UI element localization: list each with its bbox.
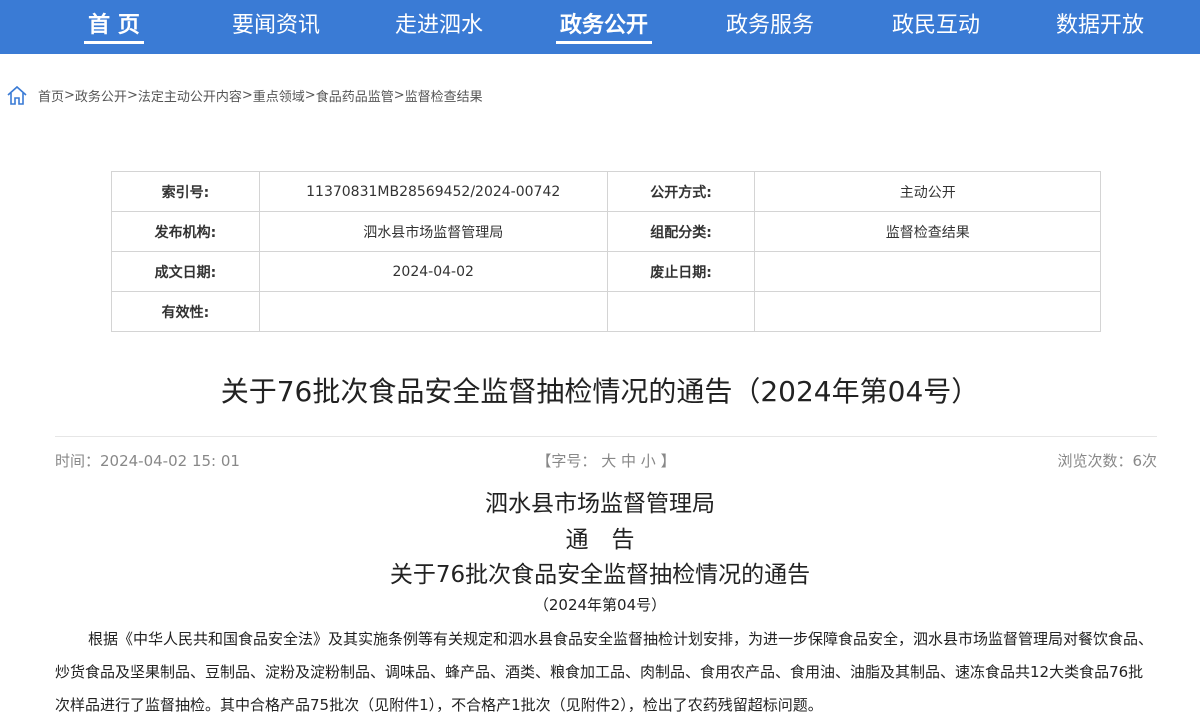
validity-label: 有效性: bbox=[111, 291, 260, 332]
metadata-table: 索引号: 11370831MB28569452/2024-00742 公开方式:… bbox=[111, 171, 1101, 332]
top-navigation: 首 页 要闻资讯 走进泗水 政务公开 政务服务 政民互动 数据开放 bbox=[0, 0, 1200, 54]
nav-item-label: 政民互动 bbox=[891, 13, 980, 38]
divider bbox=[55, 436, 1157, 437]
font-size-medium-button[interactable]: 中 bbox=[621, 452, 636, 470]
breadcrumb-item-key-areas[interactable]: 重点领域 bbox=[253, 86, 305, 105]
category-label: 组配分类: bbox=[606, 211, 756, 252]
nav-item-label: 数据开放 bbox=[1055, 13, 1144, 38]
publisher-label: 发布机构: bbox=[111, 211, 260, 252]
breadcrumb-separator: > bbox=[304, 87, 316, 103]
breadcrumb-separator: > bbox=[126, 87, 138, 103]
table-row: 成文日期: 2024-04-02 废止日期: bbox=[111, 251, 1101, 292]
breadcrumb-item-food-drug[interactable]: 食品药品监管 bbox=[316, 86, 394, 105]
breadcrumb-item-home[interactable]: 首页 bbox=[38, 86, 64, 105]
breadcrumb-separator: > bbox=[393, 87, 405, 103]
issuing-organization: 泗水县市场监督管理局 bbox=[485, 491, 715, 517]
font-size-small-button[interactable]: 小 bbox=[641, 452, 656, 470]
empty-cell bbox=[754, 291, 1101, 332]
breadcrumb-item-government-affairs[interactable]: 政务公开 bbox=[75, 86, 127, 105]
publisher-value: 泗水县市场监督管理局 bbox=[258, 211, 608, 252]
nav-item-home[interactable]: 首 页 bbox=[84, 0, 144, 54]
validity-value bbox=[258, 291, 608, 332]
nav-item-label: 走进泗水 bbox=[394, 13, 483, 38]
index-number-label: 索引号: bbox=[111, 171, 260, 212]
nav-active-underline bbox=[556, 41, 652, 44]
font-size-large-button[interactable]: 大 bbox=[601, 452, 616, 470]
breadcrumb-separator: > bbox=[64, 87, 75, 103]
abolish-date-label: 废止日期: bbox=[606, 251, 756, 292]
nav-item-government-affairs[interactable]: 政务公开 bbox=[556, 0, 652, 54]
table-row: 发布机构: 泗水县市场监督管理局 组配分类: 监督检查结果 bbox=[111, 211, 1101, 252]
article-title: 关于76批次食品安全监督抽检情况的通告（2024年第04号） bbox=[220, 375, 980, 408]
nav-item-interaction[interactable]: 政民互动 bbox=[886, 0, 986, 54]
index-number-value: 11370831MB28569452/2024-00742 bbox=[258, 171, 608, 212]
notice-heading: 通 告 bbox=[565, 527, 635, 553]
home-icon[interactable] bbox=[6, 84, 28, 106]
nav-item-label: 政务服务 bbox=[725, 13, 814, 38]
table-row: 索引号: 11370831MB28569452/2024-00742 公开方式:… bbox=[111, 171, 1101, 212]
view-count: 浏览次数：6次 bbox=[1057, 452, 1157, 470]
nav-item-news[interactable]: 要闻资讯 bbox=[226, 0, 326, 54]
nav-item-government-services[interactable]: 政务服务 bbox=[720, 0, 820, 54]
notice-number: （2024年第04号） bbox=[533, 596, 667, 614]
font-size-suffix: 】 bbox=[660, 452, 676, 470]
breadcrumb-item-inspection-results[interactable]: 监督检查结果 bbox=[405, 86, 483, 105]
article-paragraph: 根据《中华人民共和国食品安全法》及其实施条例等有关规定和泗水县食品安全监督抽检计… bbox=[55, 630, 1154, 714]
nav-item-label: 首 页 bbox=[88, 13, 140, 38]
category-value: 监督检查结果 bbox=[754, 211, 1101, 252]
open-method-label: 公开方式: bbox=[606, 171, 756, 212]
table-row: 有效性: bbox=[111, 291, 1101, 332]
breadcrumb-item-statutory-content[interactable]: 法定主动公开内容 bbox=[138, 86, 242, 105]
open-method-value: 主动公开 bbox=[754, 171, 1101, 212]
empty-cell bbox=[606, 291, 756, 332]
article-info-bar: 时间：2024-04-02 15: 01 【字号： 大 中 小 】 浏览次数：6… bbox=[55, 450, 1157, 472]
breadcrumb: 首页 > 政务公开 > 法定主动公开内容 > 重点领域 > 食品药品监管 > 监… bbox=[6, 84, 483, 106]
font-size-prefix: 【字号： bbox=[536, 452, 597, 470]
breadcrumb-separator: > bbox=[241, 87, 253, 103]
abolish-date-value bbox=[754, 251, 1101, 292]
document-date-label: 成文日期: bbox=[111, 251, 260, 292]
nav-item-open-data[interactable]: 数据开放 bbox=[1050, 0, 1150, 54]
font-size-selector: 【字号： 大 中 小 】 bbox=[55, 450, 1157, 471]
nav-item-about-sishui[interactable]: 走进泗水 bbox=[389, 0, 489, 54]
notice-subtitle: 关于76批次食品安全监督抽检情况的通告 bbox=[389, 562, 811, 588]
nav-item-label: 要闻资讯 bbox=[231, 13, 320, 38]
document-date-value: 2024-04-02 bbox=[258, 251, 608, 292]
nav-item-label: 政务公开 bbox=[559, 13, 648, 38]
nav-active-underline bbox=[84, 41, 144, 44]
